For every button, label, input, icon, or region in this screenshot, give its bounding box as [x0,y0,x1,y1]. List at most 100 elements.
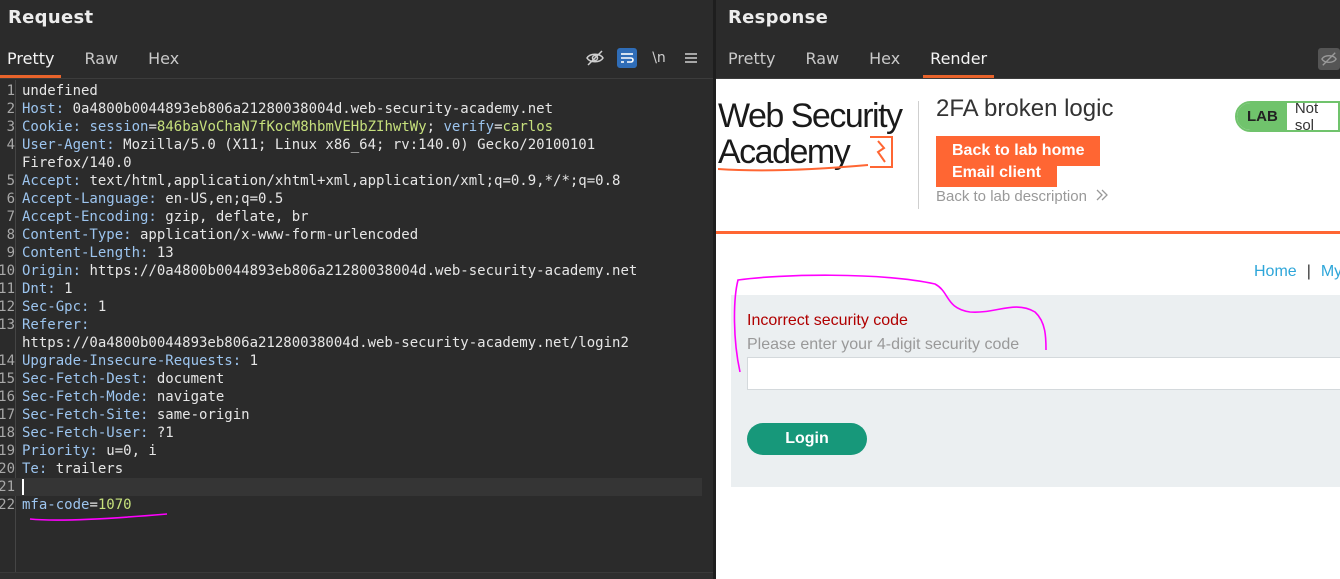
tab-pretty[interactable]: Pretty [0,44,62,78]
code-line[interactable]: 14 Upgrade-Insecure-Requests: 1 [0,352,702,370]
request-tabs: Pretty Raw Hex [0,44,202,78]
code-line[interactable]: 4 User-Agent: Mozilla/5.0 (X11; Linux x86… [0,136,702,154]
code-text: undefined [22,83,98,99]
line-number: 17 [0,407,15,423]
line-number: 14 [0,353,15,369]
horizontal-scrollbar[interactable] [0,572,713,579]
header-value: 0a4800b0044893eb806a21280038004d.web-sec… [64,101,554,117]
code-line[interactable]: 7 Accept-Encoding: gzip, deflate, br [0,208,702,226]
tab-hex[interactable]: Hex [862,44,907,78]
cookie-value: carlos [502,119,554,135]
cookie-name: verify [443,119,495,135]
newline-toggle[interactable]: \n [649,48,669,68]
line-number: 9 [6,245,15,261]
code-line[interactable]: 3 Cookie: session=846baVoChaN7fKocM8hbmVE… [0,118,702,136]
header-value: 13 [148,245,174,261]
code-line[interactable]: 2 Host: 0a4800b0044893eb806a21280038004d.… [0,100,702,118]
code-line[interactable]: 19 Priority: u=0, i [0,442,702,460]
header-key: Accept: [22,173,82,189]
code-text: mfa-code=1070 [22,497,132,513]
code-line[interactable]: 10 Origin: https://0a4800b0044893eb806a21… [0,262,702,280]
tab-render[interactable]: Render [923,44,995,78]
code-line[interactable]: 13 Referer: [0,316,702,334]
code-line[interactable]: Firefox/140.0 [0,154,702,172]
code-line[interactable]: 12 Sec-Gpc: 1 [0,298,702,316]
security-code-input[interactable] [747,357,1340,390]
code-text: https://0a4800b0044893eb806a21280038004d… [22,335,629,351]
header-value: text/html,application/xhtml+xml,applicat… [81,173,621,189]
code-text: Accept-Encoding: gzip, deflate, br [22,208,309,226]
code-line[interactable]: 21 [0,478,702,496]
tab-hex[interactable]: Hex [141,44,186,78]
code-line[interactable]: 11 Dnt: 1 [0,280,702,298]
back-desc-label: Back to lab description [936,188,1087,205]
code-text: Cookie: session=846baVoChaN7fKocM8hbmVEH… [22,119,554,135]
header-value: https://0a4800b0044893eb806a21280038004d… [81,263,638,279]
code-text [22,478,24,496]
email-client-button[interactable]: Email client [936,159,1057,187]
code-line[interactable]: 5 Accept: text/html,application/xhtml+xml… [0,172,702,190]
error-message: Incorrect security code [747,312,908,329]
line-number: 6 [6,191,15,207]
line-number: 18 [0,425,15,441]
header-value: 1 [241,353,259,369]
hide-eye-icon[interactable] [585,48,605,68]
tab-raw[interactable]: Raw [798,44,846,78]
code-text: Sec-Fetch-Dest: document [22,370,224,388]
param-value: 1070 [97,497,132,513]
lab-status-badge: LAB Not sol [1235,101,1340,132]
header-key: Sec-Fetch-Site: [22,407,149,423]
logo-swoosh-icon [718,164,869,172]
code-text: Referer: [22,316,89,334]
hide-eye-icon[interactable] [1318,48,1340,70]
web-security-academy-logo: Web Security Academy [718,97,918,173]
back-to-lab-description-link[interactable]: Back to lab description [936,188,1109,205]
code-line[interactable]: 6 Accept-Language: en-US,en;q=0.5 [0,190,702,208]
wrap-lines-icon[interactable] [617,48,637,68]
header-key: Referer: [22,317,90,333]
code-line[interactable]: 15 Sec-Fetch-Dest: document [0,370,702,388]
tab-raw[interactable]: Raw [77,44,125,78]
code-text: Te: trailers [22,460,123,478]
code-text: Sec-Fetch-User: ?1 [22,424,174,442]
login-form-panel: Incorrect security code Please enter you… [731,295,1340,487]
code-line[interactable]: 8 Content-Type: application/x-www-form-ur… [0,226,702,244]
code-line[interactable]: 9 Content-Length: 13 [0,244,702,262]
nav-my-account-link[interactable]: My [1321,263,1340,280]
lab-status-text: Not sol [1286,103,1338,130]
rendered-page: Web Security Academy 2FA broken logic Ba… [716,79,1340,579]
param-name: mfa-code [22,497,90,513]
code-line[interactable]: 1 undefined [0,82,702,100]
code-text: Content-Type: application/x-www-form-url… [22,226,418,244]
code-line[interactable]: https://0a4800b0044893eb806a21280038004d… [0,334,702,352]
menu-icon[interactable] [681,48,701,68]
line-number: 10 [0,263,15,279]
code-line[interactable]: 18 Sec-Fetch-User: ?1 [0,424,702,442]
tab-pretty[interactable]: Pretty [721,44,782,78]
code-text: Accept-Language: en-US,en;q=0.5 [22,190,283,208]
header-key: Sec-Fetch-Mode: [22,389,149,405]
line-number: 13 [0,317,15,333]
line-number: 11 [0,281,15,297]
line-number: 15 [0,371,15,387]
code-line[interactable]: 22 mfa-code=1070 [0,496,702,514]
line-number: 1 [6,83,15,99]
header-key: Sec-Fetch-User: [22,425,149,441]
header-value: application/x-www-form-urlencoded [131,227,419,243]
header-value: u=0, i [97,443,157,459]
code-line[interactable]: 17 Sec-Fetch-Site: same-origin [0,406,702,424]
line-number: 5 [6,173,15,189]
code-line[interactable]: 20 Te: trailers [0,460,702,478]
line-number: 4 [6,137,15,153]
request-title: Request [8,7,94,28]
header-key: Upgrade-Insecure-Requests: [22,353,242,369]
line-number: 19 [0,443,15,459]
line-number: 3 [6,119,15,135]
request-editor[interactable]: 1 undefined 2 Host: 0a4800b0044893eb806a212… [0,80,702,572]
header-value: Mozilla/5.0 (X11; Linux x86_64; rv:140.0… [114,137,596,153]
lab-title: 2FA broken logic [936,95,1114,122]
nav-home-link[interactable]: Home [1254,263,1297,280]
code-line[interactable]: 16 Sec-Fetch-Mode: navigate [0,388,702,406]
login-button[interactable]: Login [747,423,867,455]
line-number: 16 [0,389,15,405]
